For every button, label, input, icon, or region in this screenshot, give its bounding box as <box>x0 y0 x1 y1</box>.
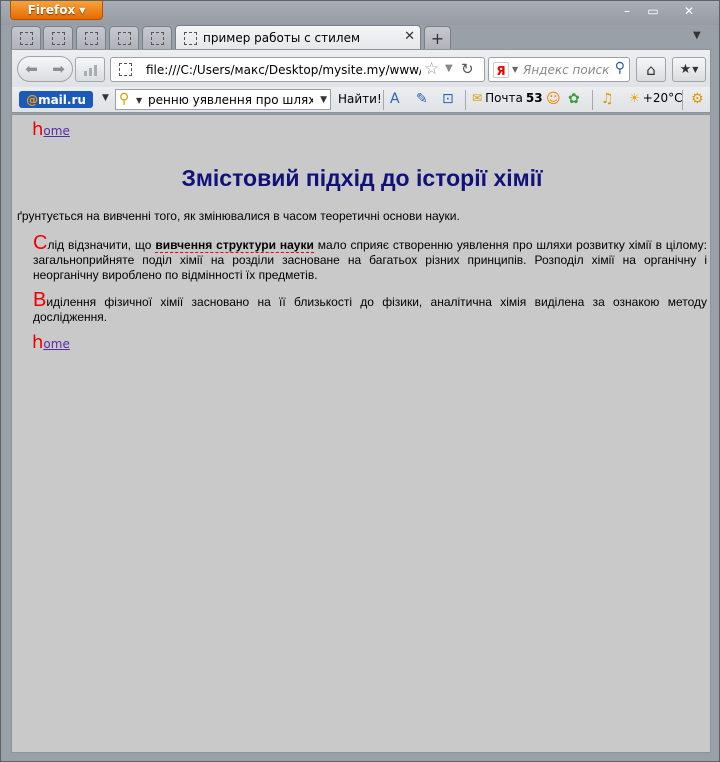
mailru-toolbar: @mail.ru ▼ ⚲ ▼ ренню уявлення про шляхи … <box>11 87 711 113</box>
music-icon[interactable]: ♫ <box>601 91 614 107</box>
tab-label: пример работы с стилем <box>203 31 361 45</box>
font-size-icon[interactable]: A <box>390 91 400 107</box>
agent-icon[interactable]: ✿ <box>568 91 580 107</box>
page-icon <box>118 32 131 45</box>
magnifier-icon: ⚲ <box>119 91 130 107</box>
signal-bars-icon[interactable] <box>75 57 105 82</box>
home-link-initial: h <box>32 119 44 140</box>
firefox-menu-button[interactable]: Firefox ▼ <box>10 1 103 20</box>
envelope-icon: ✉ <box>472 91 483 105</box>
home-link-text: ome <box>43 337 70 351</box>
bookmarks-icon: ★ <box>679 62 692 77</box>
divider <box>383 90 384 110</box>
mailru-at: @ <box>26 92 39 107</box>
tab-blank-3[interactable] <box>76 26 106 49</box>
home-link-bottom[interactable]: home <box>32 332 70 353</box>
navigation-toolbar: ⬅ ➡ file:///C:/Users/макс/Desktop/mysite… <box>11 49 711 87</box>
new-tab-button[interactable]: + <box>424 26 451 49</box>
paragraph-1-before: лід відзначити, що <box>47 238 156 252</box>
chevron-down-icon: ▼ <box>692 65 699 74</box>
yandex-logo-icon[interactable]: Я <box>493 62 509 78</box>
history-dropdown-icon[interactable]: ▼ <box>445 63 453 74</box>
intro-text: ґрунтується на вивченні того, як змінюва… <box>17 209 460 223</box>
reload-icon[interactable]: ↻ <box>461 60 474 78</box>
page-icon <box>184 32 197 45</box>
tab-blank-4[interactable] <box>109 26 139 49</box>
title-bar: Firefox ▼ – ▭ ✕ <box>1 1 719 25</box>
search-icon[interactable]: ⚲ <box>615 60 625 76</box>
divider <box>682 90 683 110</box>
mail-count: 53 <box>525 91 543 105</box>
page-title: Змістовий підхід до історії хімії <box>181 165 543 191</box>
paragraph-2-text: иділення фізичної хімії засновано на її … <box>33 295 707 324</box>
chevron-down-icon[interactable]: ▼ <box>136 96 142 105</box>
url-text[interactable]: file:///C:/Users/макс/Desktop/mysite.my/… <box>146 63 421 77</box>
mailru-logo-text: mail.ru <box>38 92 86 107</box>
tab-strip: пример работы с стилем ✕ + ▼ <box>11 25 711 49</box>
search-history-dropdown-icon[interactable]: ▼ <box>320 95 327 105</box>
page-icon <box>151 32 164 45</box>
emphasis-term: вивчення структури науки <box>155 238 314 253</box>
firefox-menu-label: Firefox <box>27 3 76 17</box>
tab-active[interactable]: пример работы с стилем ✕ <box>175 25 421 49</box>
chevron-down-icon[interactable]: ▼ <box>102 93 109 103</box>
divider <box>465 90 466 110</box>
home-button[interactable]: ⌂ <box>636 57 666 82</box>
chevron-down-icon: ▼ <box>79 5 86 15</box>
home-link-top[interactable]: home <box>32 119 70 140</box>
mailru-search-value[interactable]: ренню уявлення про шляхи р <box>148 93 313 107</box>
weather-widget[interactable]: ☀ +20°C <box>629 91 682 105</box>
browser-window: Firefox ▼ – ▭ ✕ пример работы с стилем ✕… <box>0 0 720 762</box>
drop-cap: С <box>33 232 48 254</box>
maximize-button[interactable]: ▭ <box>639 3 667 19</box>
tab-blank-2[interactable] <box>43 26 73 49</box>
mail-label: Почта <box>485 91 523 105</box>
search-placeholder[interactable]: Яндекс поиск <box>523 63 609 77</box>
close-button[interactable]: ✕ <box>675 3 703 19</box>
odnoklassniki-icon[interactable]: ☺ <box>546 91 561 107</box>
search-bar[interactable]: Я ▼ Яндекс поиск ⚲ <box>488 57 630 82</box>
mailru-search-input[interactable]: ⚲ ▼ ренню уявлення про шляхи р ▼ <box>115 89 331 110</box>
page-icon <box>52 32 65 45</box>
home-link-text: ome <box>43 124 70 138</box>
find-button[interactable]: Найти! <box>338 92 382 106</box>
paragraph-1: Слід відзначити, що вивчення структури н… <box>33 233 707 283</box>
engine-dropdown-icon[interactable]: ▼ <box>512 65 518 74</box>
settings-gear-icon[interactable]: ⚙ <box>691 91 704 107</box>
minimize-button[interactable]: – <box>613 3 641 19</box>
back-arrow-icon[interactable]: ⬅ <box>25 60 38 78</box>
tab-list-chevron-icon[interactable]: ▼ <box>693 30 701 41</box>
bookmarks-menu-button[interactable]: ★ ▼ <box>672 57 706 82</box>
back-forward-group: ⬅ ➡ <box>17 56 73 82</box>
page-viewport: home Змістовий підхід до історії хімії ґ… <box>11 114 711 753</box>
tab-close-icon[interactable]: ✕ <box>404 29 415 44</box>
sun-icon: ☀ <box>629 91 640 105</box>
divider <box>592 90 593 110</box>
page-icon <box>20 32 33 45</box>
page-zoom-icon[interactable]: ⊡ <box>442 91 454 107</box>
home-icon: ⌂ <box>646 60 656 79</box>
address-bar[interactable]: file:///C:/Users/макс/Desktop/mysite.my/… <box>110 57 485 82</box>
tab-blank-1[interactable] <box>11 26 41 49</box>
paragraph-2: Виділення фізичної хімії засновано на її… <box>33 290 707 325</box>
page-icon <box>119 63 132 76</box>
bookmark-star-icon[interactable]: ☆ <box>424 59 439 79</box>
mailru-logo[interactable]: @ mail.ru <box>19 91 93 108</box>
forward-arrow-icon[interactable]: ➡ <box>52 60 65 78</box>
highlighter-icon[interactable]: ✎ <box>416 91 428 107</box>
weather-temperature: +20°C <box>642 91 683 105</box>
page-icon <box>85 32 98 45</box>
tab-blank-5[interactable] <box>142 26 172 49</box>
mail-button[interactable]: ✉ Почта 53 <box>472 91 543 105</box>
home-link-initial: h <box>32 332 44 353</box>
drop-cap: В <box>33 289 47 311</box>
